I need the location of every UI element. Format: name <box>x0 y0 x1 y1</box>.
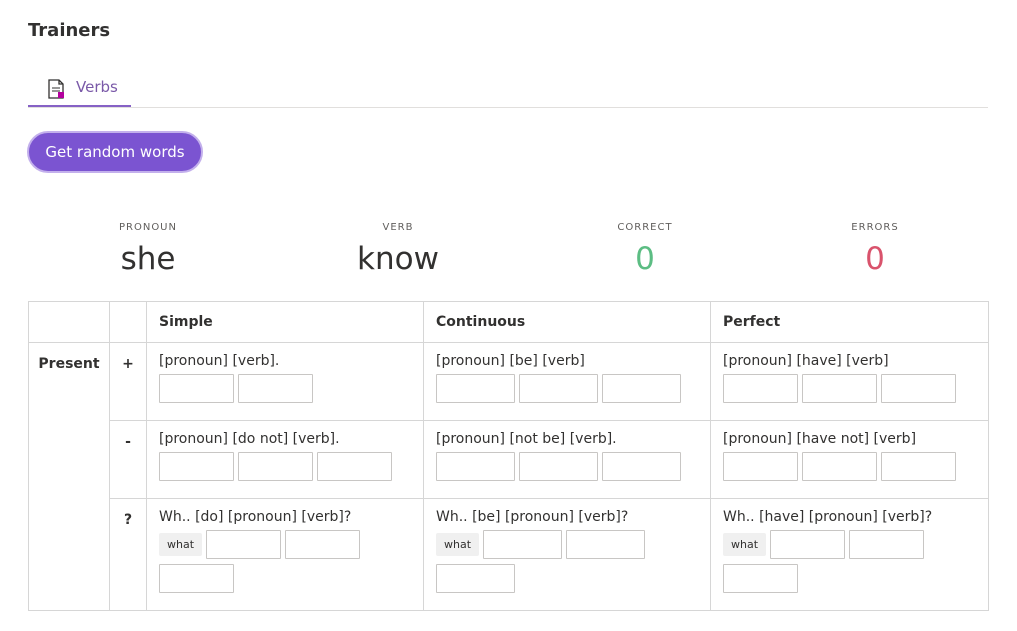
answer-inputs: what <box>723 530 988 559</box>
answer-input[interactable] <box>723 374 798 403</box>
answer-inputs <box>159 374 423 403</box>
pattern-text: [pronoun] [be] [verb] <box>436 353 585 369</box>
answer-input[interactable] <box>317 452 392 481</box>
verb-value: know <box>357 241 439 277</box>
answer-input[interactable] <box>483 530 563 559</box>
answer-input[interactable] <box>602 452 681 481</box>
table-row-question: ? Wh.. [do] [pronoun] [verb]? what Wh.. … <box>29 498 989 611</box>
header-perfect: Perfect <box>710 301 989 343</box>
answer-input[interactable] <box>881 452 956 481</box>
tab-verbs[interactable]: Verbs <box>28 74 131 107</box>
answer-input[interactable] <box>566 530 646 559</box>
cell-simple-question: Wh.. [do] [pronoun] [verb]? what <box>146 498 424 611</box>
table-row-negative: - [pronoun] [do not] [verb]. [pronoun] [… <box>29 420 989 499</box>
errors-label: ERRORS <box>851 222 899 233</box>
tab-bar: Verbs <box>28 74 988 108</box>
verb-label: VERB <box>382 222 414 233</box>
answer-inputs: what <box>159 530 423 559</box>
answer-input[interactable] <box>519 452 598 481</box>
pattern-text: Wh.. [do] [pronoun] [verb]? <box>159 509 352 525</box>
correct-label: CORRECT <box>617 222 673 233</box>
errors-value: 0 <box>865 241 885 277</box>
header-simple: Simple <box>146 301 424 343</box>
errors-stat: ERRORS 0 <box>795 222 955 277</box>
pronoun-label: PRONOUN <box>118 222 177 233</box>
answer-input[interactable] <box>159 452 234 481</box>
answer-inputs <box>436 452 710 481</box>
header-empty-2 <box>109 301 147 343</box>
cell-perfect-negative: [pronoun] [have not] [verb] <box>710 420 989 499</box>
question-word-chip: what <box>723 533 767 556</box>
cell-continuous-positive: [pronoun] [be] [verb] <box>423 342 711 421</box>
answer-input[interactable] <box>723 452 798 481</box>
answer-input[interactable] <box>802 374 877 403</box>
answer-inputs <box>723 452 988 481</box>
answer-input[interactable] <box>436 374 515 403</box>
header-continuous: Continuous <box>423 301 711 343</box>
pronoun-stat: PRONOUN she <box>68 222 228 277</box>
answer-input[interactable] <box>159 564 234 593</box>
answer-inputs <box>159 452 423 481</box>
answer-input[interactable] <box>770 530 846 559</box>
answer-input[interactable] <box>436 452 515 481</box>
answer-input[interactable] <box>206 530 282 559</box>
answer-input[interactable] <box>238 452 313 481</box>
header-empty-1 <box>28 301 110 343</box>
sign-question: ? <box>109 498 147 611</box>
verb-stat: VERB know <box>318 222 478 277</box>
pronoun-value: she <box>120 241 176 277</box>
sign-positive: + <box>109 342 147 421</box>
question-word-chip: what <box>159 533 203 556</box>
pattern-text: [pronoun] [do not] [verb]. <box>159 431 340 447</box>
table-header-row: Simple Continuous Perfect <box>28 301 989 343</box>
answer-inputs: what <box>436 530 710 559</box>
pattern-text: Wh.. [be] [pronoun] [verb]? <box>436 509 629 525</box>
answer-input[interactable] <box>881 374 956 403</box>
answer-input[interactable] <box>849 530 925 559</box>
document-icon <box>48 79 64 99</box>
answer-input[interactable] <box>602 374 681 403</box>
cell-continuous-negative: [pronoun] [not be] [verb]. <box>423 420 711 499</box>
get-random-words-button[interactable]: Get random words <box>27 131 203 173</box>
sign-negative: - <box>109 420 147 499</box>
answer-input[interactable] <box>159 374 234 403</box>
page-title: Trainers <box>28 20 111 41</box>
cell-simple-positive: [pronoun] [verb]. <box>146 342 424 421</box>
answer-input[interactable] <box>436 564 515 593</box>
answer-inputs <box>723 374 988 403</box>
answer-input[interactable] <box>802 452 877 481</box>
correct-value: 0 <box>635 241 655 277</box>
pattern-text: [pronoun] [verb]. <box>159 353 280 369</box>
answer-input[interactable] <box>285 530 361 559</box>
question-word-chip: what <box>436 533 480 556</box>
cell-continuous-question: Wh.. [be] [pronoun] [verb]? what <box>423 498 711 611</box>
tense-present: Present <box>28 342 110 611</box>
cell-perfect-positive: [pronoun] [have] [verb] <box>710 342 989 421</box>
pattern-text: [pronoun] [not be] [verb]. <box>436 431 617 447</box>
correct-stat: CORRECT 0 <box>565 222 725 277</box>
answer-inputs <box>723 564 988 593</box>
verb-table: Simple Continuous Perfect Present + [pro… <box>28 301 989 611</box>
answer-input[interactable] <box>238 374 313 403</box>
answer-input[interactable] <box>723 564 798 593</box>
answer-inputs <box>436 564 710 593</box>
table-row-positive: Present + [pronoun] [verb]. [pronoun] [b… <box>28 342 989 611</box>
pattern-text: [pronoun] [have not] [verb] <box>723 431 917 447</box>
cell-simple-negative: [pronoun] [do not] [verb]. <box>146 420 424 499</box>
answer-inputs <box>159 564 423 593</box>
answer-inputs <box>436 374 710 403</box>
pattern-text: Wh.. [have] [pronoun] [verb]? <box>723 509 933 525</box>
cell-perfect-question: Wh.. [have] [pronoun] [verb]? what <box>710 498 989 611</box>
answer-input[interactable] <box>519 374 598 403</box>
pattern-text: [pronoun] [have] [verb] <box>723 353 889 369</box>
tab-verbs-label: Verbs <box>76 78 118 96</box>
